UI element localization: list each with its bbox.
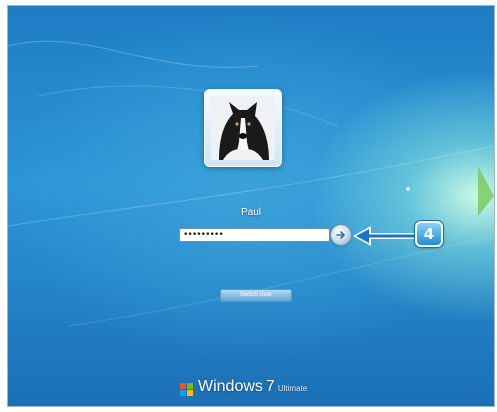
user-picture-tile — [204, 89, 282, 167]
arrow-right-icon — [336, 231, 345, 239]
windows-branding: Windows 7 Ultimate — [180, 378, 307, 400]
step-badge: 4 — [415, 221, 443, 247]
password-field[interactable]: ••••••••• — [179, 228, 330, 242]
login-screen: Paul ••••••••• 4 Switch User Windows 7 U… — [8, 6, 494, 406]
user-picture — [211, 96, 275, 160]
background-swoosh — [8, 40, 494, 327]
callout-arrow — [353, 226, 415, 246]
submit-button[interactable] — [331, 225, 351, 245]
brand-edition: Ultimate — [277, 384, 308, 393]
brand-version: 7 — [265, 378, 275, 395]
switch-user-button[interactable]: Switch User — [220, 289, 292, 302]
user-name: Paul — [240, 207, 261, 218]
brand-product: Windows — [198, 378, 263, 395]
windows-logo-icon — [180, 382, 193, 396]
